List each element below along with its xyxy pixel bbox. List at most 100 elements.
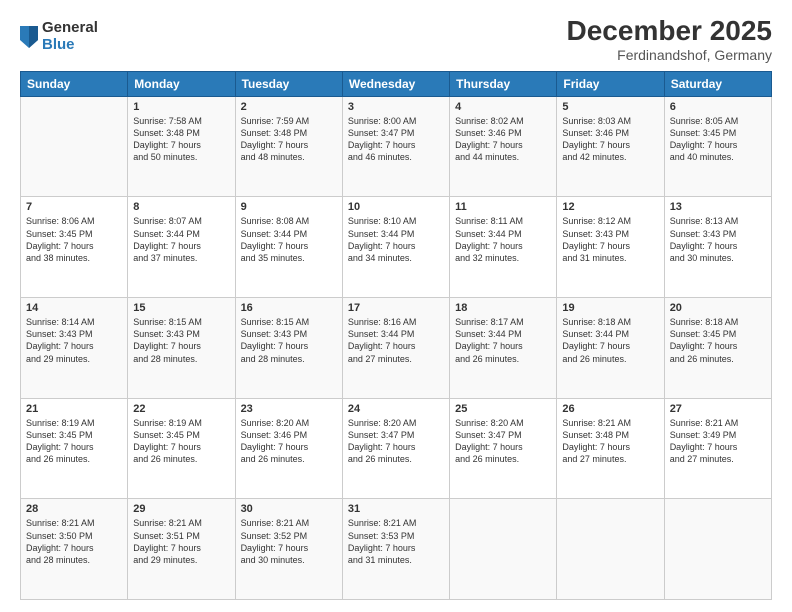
calendar-cell: 2Sunrise: 7:59 AM Sunset: 3:48 PM Daylig…: [235, 96, 342, 197]
day-info: Sunrise: 8:05 AM Sunset: 3:45 PM Dayligh…: [670, 115, 766, 164]
day-info: Sunrise: 8:00 AM Sunset: 3:47 PM Dayligh…: [348, 115, 444, 164]
day-number: 17: [348, 302, 444, 314]
calendar-cell: 11 Sunrise: 8:11 AM Sunset: 3:44 PM Dayli…: [450, 197, 557, 298]
logo-general: General: [42, 20, 98, 37]
calendar-week-3: 14 Sunrise: 8:14 AM Sunset: 3:43 PM Dayli…: [21, 298, 772, 399]
calendar-cell: 16Sunrise: 8:15 AM Sunset: 3:43 PM Dayli…: [235, 298, 342, 399]
day-number: 24: [348, 403, 444, 415]
day-info: Sunrise: 8:21 AM Sunset: 3:51 PM Dayligh…: [133, 517, 229, 566]
day-number: 30: [241, 503, 337, 515]
calendar-body: 1Sunrise: 7:58 AM Sunset: 3:48 PM Daylig…: [21, 96, 772, 599]
day-info: Sunrise: 8:06 AM Sunset: 3:45 PM Dayligh…: [26, 215, 122, 264]
day-number: 23: [241, 403, 337, 415]
day-info: Sunrise: 8:07 AM Sunset: 3:44 PM Dayligh…: [133, 215, 229, 264]
logo-text: General Blue: [42, 20, 98, 53]
day-number: 25: [455, 403, 551, 415]
day-info: Sunrise: 8:18 AM Sunset: 3:45 PM Dayligh…: [670, 316, 766, 365]
calendar-week-1: 1Sunrise: 7:58 AM Sunset: 3:48 PM Daylig…: [21, 96, 772, 197]
calendar-cell: 13 Sunrise: 8:13 AM Sunset: 3:43 PM Dayli…: [664, 197, 771, 298]
day-number: 14: [26, 302, 122, 314]
day-info: Sunrise: 8:21 AM Sunset: 3:53 PM Dayligh…: [348, 517, 444, 566]
calendar-cell: 21 Sunrise: 8:19 AM Sunset: 3:45 PM Dayli…: [21, 398, 128, 499]
day-info: Sunrise: 8:17 AM Sunset: 3:44 PM Dayligh…: [455, 316, 551, 365]
calendar-cell: 15Sunrise: 8:15 AM Sunset: 3:43 PM Dayli…: [128, 298, 235, 399]
day-number: 27: [670, 403, 766, 415]
day-info: Sunrise: 8:19 AM Sunset: 3:45 PM Dayligh…: [26, 417, 122, 466]
day-number: 26: [562, 403, 658, 415]
logo-blue: Blue: [42, 37, 98, 54]
day-info: Sunrise: 8:12 AM Sunset: 3:43 PM Dayligh…: [562, 215, 658, 264]
day-info: Sunrise: 8:21 AM Sunset: 3:50 PM Dayligh…: [26, 517, 122, 566]
calendar-cell: 14 Sunrise: 8:14 AM Sunset: 3:43 PM Dayli…: [21, 298, 128, 399]
calendar-cell: 22Sunrise: 8:19 AM Sunset: 3:45 PM Dayli…: [128, 398, 235, 499]
calendar-cell: [450, 499, 557, 600]
day-number: 13: [670, 201, 766, 213]
day-number: 20: [670, 302, 766, 314]
day-info: Sunrise: 7:59 AM Sunset: 3:48 PM Dayligh…: [241, 115, 337, 164]
day-info: Sunrise: 8:15 AM Sunset: 3:43 PM Dayligh…: [241, 316, 337, 365]
calendar-cell: 10 Sunrise: 8:10 AM Sunset: 3:44 PM Dayli…: [342, 197, 449, 298]
calendar-week-4: 21 Sunrise: 8:19 AM Sunset: 3:45 PM Dayli…: [21, 398, 772, 499]
day-number: 28: [26, 503, 122, 515]
weekday-header-tuesday: Tuesday: [235, 71, 342, 96]
day-number: 10: [348, 201, 444, 213]
day-number: 8: [133, 201, 229, 213]
calendar-cell: 17Sunrise: 8:16 AM Sunset: 3:44 PM Dayli…: [342, 298, 449, 399]
day-info: Sunrise: 8:21 AM Sunset: 3:52 PM Dayligh…: [241, 517, 337, 566]
day-info: Sunrise: 8:20 AM Sunset: 3:47 PM Dayligh…: [348, 417, 444, 466]
day-number: 5: [562, 101, 658, 113]
calendar-cell: 25 Sunrise: 8:20 AM Sunset: 3:47 PM Dayli…: [450, 398, 557, 499]
calendar-week-2: 7Sunrise: 8:06 AM Sunset: 3:45 PM Daylig…: [21, 197, 772, 298]
day-number: 19: [562, 302, 658, 314]
calendar-cell: 3Sunrise: 8:00 AM Sunset: 3:47 PM Daylig…: [342, 96, 449, 197]
calendar-cell: 27 Sunrise: 8:21 AM Sunset: 3:49 PM Dayli…: [664, 398, 771, 499]
day-number: 31: [348, 503, 444, 515]
calendar-cell: 4Sunrise: 8:02 AM Sunset: 3:46 PM Daylig…: [450, 96, 557, 197]
title-block: December 2025 Ferdinandshof, Germany: [567, 16, 772, 63]
weekday-header-saturday: Saturday: [664, 71, 771, 96]
calendar-cell: 12 Sunrise: 8:12 AM Sunset: 3:43 PM Dayli…: [557, 197, 664, 298]
calendar-cell: 31 Sunrise: 8:21 AM Sunset: 3:53 PM Dayli…: [342, 499, 449, 600]
calendar-cell: 24 Sunrise: 8:20 AM Sunset: 3:47 PM Dayli…: [342, 398, 449, 499]
day-info: Sunrise: 8:11 AM Sunset: 3:44 PM Dayligh…: [455, 215, 551, 264]
day-info: Sunrise: 8:14 AM Sunset: 3:43 PM Dayligh…: [26, 316, 122, 365]
calendar-cell: 8 Sunrise: 8:07 AM Sunset: 3:44 PM Daylig…: [128, 197, 235, 298]
day-info: Sunrise: 8:20 AM Sunset: 3:47 PM Dayligh…: [455, 417, 551, 466]
day-number: 12: [562, 201, 658, 213]
day-number: 29: [133, 503, 229, 515]
month-title: December 2025: [567, 16, 772, 47]
day-info: Sunrise: 8:02 AM Sunset: 3:46 PM Dayligh…: [455, 115, 551, 164]
location: Ferdinandshof, Germany: [567, 47, 772, 63]
weekday-header-wednesday: Wednesday: [342, 71, 449, 96]
calendar-cell: 7Sunrise: 8:06 AM Sunset: 3:45 PM Daylig…: [21, 197, 128, 298]
logo-icon: [20, 26, 38, 48]
day-number: 11: [455, 201, 551, 213]
day-number: 21: [26, 403, 122, 415]
day-number: 6: [670, 101, 766, 113]
calendar-cell: 23 Sunrise: 8:20 AM Sunset: 3:46 PM Dayli…: [235, 398, 342, 499]
day-info: Sunrise: 8:20 AM Sunset: 3:46 PM Dayligh…: [241, 417, 337, 466]
calendar-week-5: 28 Sunrise: 8:21 AM Sunset: 3:50 PM Dayli…: [21, 499, 772, 600]
calendar-cell: 5Sunrise: 8:03 AM Sunset: 3:46 PM Daylig…: [557, 96, 664, 197]
calendar-cell: [557, 499, 664, 600]
day-info: Sunrise: 7:58 AM Sunset: 3:48 PM Dayligh…: [133, 115, 229, 164]
calendar-cell: 30 Sunrise: 8:21 AM Sunset: 3:52 PM Dayli…: [235, 499, 342, 600]
weekday-row: SundayMondayTuesdayWednesdayThursdayFrid…: [21, 71, 772, 96]
weekday-header-sunday: Sunday: [21, 71, 128, 96]
day-number: 22: [133, 403, 229, 415]
day-number: 15: [133, 302, 229, 314]
calendar-cell: 18Sunrise: 8:17 AM Sunset: 3:44 PM Dayli…: [450, 298, 557, 399]
calendar-cell: 20 Sunrise: 8:18 AM Sunset: 3:45 PM Dayli…: [664, 298, 771, 399]
day-info: Sunrise: 8:21 AM Sunset: 3:49 PM Dayligh…: [670, 417, 766, 466]
day-info: Sunrise: 8:13 AM Sunset: 3:43 PM Dayligh…: [670, 215, 766, 264]
day-info: Sunrise: 8:10 AM Sunset: 3:44 PM Dayligh…: [348, 215, 444, 264]
page: General Blue December 2025 Ferdinandshof…: [0, 0, 792, 612]
logo: General Blue: [20, 20, 98, 53]
day-info: Sunrise: 8:18 AM Sunset: 3:44 PM Dayligh…: [562, 316, 658, 365]
weekday-header-friday: Friday: [557, 71, 664, 96]
weekday-header-thursday: Thursday: [450, 71, 557, 96]
day-info: Sunrise: 8:21 AM Sunset: 3:48 PM Dayligh…: [562, 417, 658, 466]
calendar-cell: 28 Sunrise: 8:21 AM Sunset: 3:50 PM Dayli…: [21, 499, 128, 600]
calendar-cell: 26 Sunrise: 8:21 AM Sunset: 3:48 PM Dayli…: [557, 398, 664, 499]
day-info: Sunrise: 8:08 AM Sunset: 3:44 PM Dayligh…: [241, 215, 337, 264]
